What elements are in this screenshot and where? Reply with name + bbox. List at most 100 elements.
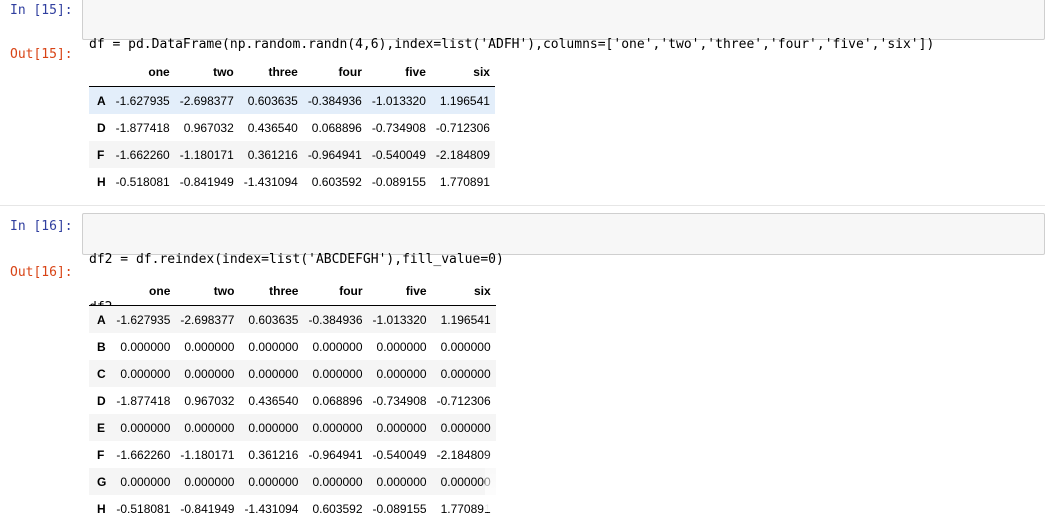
column-header: four bbox=[303, 276, 367, 306]
table-cell: 0.000000 bbox=[303, 468, 367, 495]
table-cell: 0.967032 bbox=[175, 387, 239, 414]
table-cell: 0.068896 bbox=[303, 387, 367, 414]
column-header: one bbox=[111, 276, 175, 306]
table-cell: 1.196541 bbox=[432, 306, 496, 334]
table-cell: 0.436540 bbox=[239, 114, 303, 141]
dataframe-output-15: onetwothreefourfivesix A-1.627935-2.6983… bbox=[89, 57, 495, 195]
table-cell: 0.603592 bbox=[303, 168, 367, 195]
table-cell: -0.964941 bbox=[303, 441, 367, 468]
table-cell: 0.967032 bbox=[175, 114, 239, 141]
table-cell: 0.000000 bbox=[175, 414, 239, 441]
table-cell: -2.698377 bbox=[175, 306, 239, 334]
table-cell: 0.603635 bbox=[239, 87, 303, 115]
table-cell: 0.000000 bbox=[432, 333, 496, 360]
output-prompt-16: Out[16]: bbox=[0, 265, 80, 280]
table-cell: -0.964941 bbox=[303, 141, 367, 168]
table-row: A-1.627935-2.6983770.603635-0.384936-1.0… bbox=[89, 87, 495, 115]
table-cell: -0.841949 bbox=[175, 168, 239, 195]
cell-divider bbox=[0, 205, 1045, 206]
row-index: E bbox=[89, 414, 111, 441]
column-header: two bbox=[175, 57, 239, 87]
table-header-row: onetwothreefourfivesix bbox=[89, 57, 495, 87]
code-line: df = pd.DataFrame(np.random.randn(4,6),i… bbox=[89, 37, 1038, 53]
column-header: three bbox=[239, 57, 303, 87]
column-header: two bbox=[175, 276, 239, 306]
table-cell: -2.698377 bbox=[175, 87, 239, 115]
table-cell: -1.877418 bbox=[111, 114, 175, 141]
table-cell: 0.000000 bbox=[111, 414, 175, 441]
column-header: five bbox=[368, 276, 432, 306]
table-cell: -0.712306 bbox=[432, 387, 496, 414]
table-cell: 0.000000 bbox=[303, 333, 367, 360]
table-cell: 1.196541 bbox=[431, 87, 495, 115]
table-cell: 0.000000 bbox=[368, 360, 432, 387]
row-index: F bbox=[89, 141, 111, 168]
table-cell: -1.180171 bbox=[175, 141, 239, 168]
index-header bbox=[89, 57, 111, 87]
row-index: A bbox=[89, 306, 111, 334]
table-cell: -1.877418 bbox=[111, 387, 175, 414]
table-cell: -0.540049 bbox=[367, 141, 431, 168]
table-cell: -1.627935 bbox=[111, 306, 175, 334]
input-prompt-16: In [16]: bbox=[0, 219, 80, 234]
scroll-fade bbox=[485, 442, 1045, 512]
table-cell: -0.089155 bbox=[367, 168, 431, 195]
row-index: D bbox=[89, 387, 111, 414]
table-cell: -0.384936 bbox=[303, 306, 367, 334]
table-cell: -2.184809 bbox=[432, 441, 496, 468]
table-cell: 0.000000 bbox=[111, 468, 175, 495]
dataframe-output-16: onetwothreefourfivesix A-1.627935-2.6983… bbox=[89, 276, 496, 522]
table-cell: 0.000000 bbox=[432, 360, 496, 387]
table-cell: -0.734908 bbox=[368, 387, 432, 414]
table-cell: 0.603592 bbox=[303, 495, 367, 522]
table-cell: 0.000000 bbox=[239, 468, 303, 495]
row-index: A bbox=[89, 87, 111, 115]
code-input-15[interactable]: df = pd.DataFrame(np.random.randn(4,6),i… bbox=[82, 0, 1045, 40]
table-cell: 0.000000 bbox=[432, 468, 496, 495]
table-cell: 0.000000 bbox=[111, 333, 175, 360]
table-cell: -1.662260 bbox=[111, 441, 175, 468]
row-index: G bbox=[89, 468, 111, 495]
table-cell: 0.000000 bbox=[239, 333, 303, 360]
table-cell: -0.089155 bbox=[368, 495, 432, 522]
column-header: six bbox=[431, 57, 495, 87]
table-cell: 1.770891 bbox=[431, 168, 495, 195]
code-input-16[interactable]: df2 = df.reindex(index=list('ABCDEFGH'),… bbox=[82, 213, 1045, 255]
table-cell: 0.000000 bbox=[303, 360, 367, 387]
table-cell: -1.662260 bbox=[111, 141, 175, 168]
table-cell: 1.770891 bbox=[432, 495, 496, 522]
table-cell: 0.000000 bbox=[175, 468, 239, 495]
table-cell: 0.436540 bbox=[239, 387, 303, 414]
table-cell: -0.540049 bbox=[368, 441, 432, 468]
column-header: six bbox=[432, 276, 496, 306]
column-header: one bbox=[111, 57, 175, 87]
table-row: B0.0000000.0000000.0000000.0000000.00000… bbox=[89, 333, 496, 360]
table-cell: -2.184809 bbox=[431, 141, 495, 168]
table-cell: 0.000000 bbox=[239, 414, 303, 441]
row-index: B bbox=[89, 333, 111, 360]
table-cell: -1.180171 bbox=[175, 441, 239, 468]
table-cell: 0.000000 bbox=[432, 414, 496, 441]
column-header: four bbox=[303, 57, 367, 87]
table-header-row: onetwothreefourfivesix bbox=[89, 276, 496, 306]
table-row: F-1.662260-1.1801710.361216-0.964941-0.5… bbox=[89, 441, 496, 468]
row-index: H bbox=[89, 495, 111, 522]
row-index: D bbox=[89, 114, 111, 141]
table-cell: -1.627935 bbox=[111, 87, 175, 115]
table-cell: 0.000000 bbox=[368, 468, 432, 495]
table-row: E0.0000000.0000000.0000000.0000000.00000… bbox=[89, 414, 496, 441]
table-cell: 0.000000 bbox=[368, 333, 432, 360]
table-row: D-1.8774180.9670320.4365400.068896-0.734… bbox=[89, 387, 496, 414]
table-row: D-1.8774180.9670320.4365400.068896-0.734… bbox=[89, 114, 495, 141]
table-row: G0.0000000.0000000.0000000.0000000.00000… bbox=[89, 468, 496, 495]
table-cell: 0.361216 bbox=[239, 441, 303, 468]
table-cell: -0.518081 bbox=[111, 168, 175, 195]
table-cell: 0.361216 bbox=[239, 141, 303, 168]
table-cell: 0.068896 bbox=[303, 114, 367, 141]
table-cell: -0.712306 bbox=[431, 114, 495, 141]
table-row: H-0.518081-0.841949-1.4310940.603592-0.0… bbox=[89, 168, 495, 195]
table-cell: 0.603635 bbox=[239, 306, 303, 334]
table-row: A-1.627935-2.6983770.603635-0.384936-1.0… bbox=[89, 306, 496, 334]
row-index: F bbox=[89, 441, 111, 468]
row-index: C bbox=[89, 360, 111, 387]
